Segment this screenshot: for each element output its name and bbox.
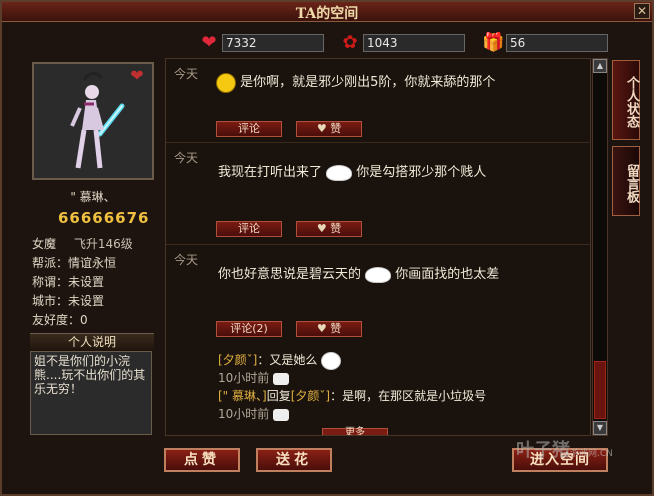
comment-button[interactable]: 评论 [216,121,282,137]
description-section-title: 个人说明 [30,333,154,350]
window-title: TA的空间 [295,6,359,22]
reply-target[interactable]: [夕颜ˇ] [291,389,330,403]
hearts-value: 7332 [222,34,324,52]
watermark-main: 叶子猪 [516,440,570,461]
post-text: 是你啊，就是邪少刚出5阶，你就来舔的那个 [216,71,495,93]
city-info: 城市：未设置 [32,294,105,308]
post-item: 今天 是你啊，就是邪少刚出5阶，你就来舔的那个 评论 ♥ 赞 [166,59,590,143]
send-flower-button[interactable]: 送花 [256,448,332,472]
close-button[interactable]: ✕ [634,3,650,19]
bun-emoji-icon [321,351,342,370]
reply-text: ：又是她么 [257,353,318,367]
gifts-value: 56 [506,34,608,52]
post-message-part: 我现在打听出来了 [218,165,323,180]
tab-personal-status[interactable]: 个人状态 [612,60,640,140]
reply-time-row: 10小时前 [218,405,290,422]
heart-icon: ♥ [316,122,327,135]
smiley-emoji-icon [216,72,236,93]
tab-message-board[interactable]: 留言板 [612,146,640,216]
post-text: 我现在打听出来了 你是勾搭邪少那个贱人 [218,161,486,181]
like-button[interactable]: ♥ 赞 [296,221,362,237]
like-space-button[interactable]: 点赞 [164,448,240,472]
reply-bubble-icon[interactable] [273,408,290,421]
title-info: 称谓：未设置 [32,275,105,289]
heart-icon: ❤ [201,32,217,53]
reply-text: ：是啊，在那区就是小垃圾号 [330,389,487,403]
post-time: 今天 [174,67,199,81]
comment-button[interactable]: 评论 [216,221,282,237]
scroll-up-icon[interactable]: ▲ [593,59,607,73]
message-feed: 今天 是你啊，就是邪少刚出5阶，你就来舔的那个 评论 ♥ 赞 今天 我现在打听出… [165,58,591,436]
reply-bubble-icon[interactable] [273,372,290,385]
reply-time: 10小时前 [218,371,270,385]
like-label: 赞 [330,222,342,235]
scroll-down-icon[interactable]: ▼ [593,421,607,435]
site-watermark: 叶子猪游戏网.CN [516,436,613,462]
like-label: 赞 [330,122,342,135]
like-label: 赞 [330,322,342,335]
comment-button[interactable]: 评论(2) [216,321,282,337]
post-message: 是你啊，就是邪少刚出5阶，你就来舔的那个 [240,75,496,90]
bun-emoji-icon [326,164,353,181]
heart-icon: ♥ [316,222,327,235]
character-name: " 慕琳、 [70,190,116,204]
scroll-thumb[interactable] [594,361,606,419]
post-time: 今天 [174,151,199,165]
post-message-part: 你画面找的也太差 [395,267,500,282]
personal-description: 姐不是你们的小浣熊....玩不出你们的其乐无穷！ [30,351,152,435]
space-window: TA的空间 ✕ ❤ 7332 ✿ 1043 🎁 56 ❤ " 慕琳、 66666… [0,0,654,496]
broken-heart-icon[interactable]: ❤ [128,68,146,84]
rose-icon: ✿ [342,32,358,53]
level-label: 飞升146级 [73,237,133,251]
like-button[interactable]: ♥ 赞 [296,121,362,137]
reply-user[interactable]: [夕颜ˇ] [218,353,257,367]
watermark-sub: 游戏网 [570,449,598,459]
more-button[interactable]: 更多 [322,428,388,435]
post-item: 今天 你也好意思说是碧云天的 你画面找的也太差 评论(2) ♥ 赞 [夕颜ˇ]：… [166,245,590,435]
reply-item: [" 慕琳、]回复[夕颜ˇ]：是啊，在那区就是小垃圾号 [218,387,486,404]
heart-icon: ♥ [316,322,327,335]
reply-time: 10小时前 [218,407,270,421]
watermark-domain: .CN [597,449,613,459]
roses-value: 1043 [363,34,465,52]
character-portrait: ❤ [32,62,154,180]
reply-time-row: 10小时前 [218,369,290,386]
character-id: 66666676 [58,209,150,227]
feed-scrollbar[interactable]: ▲ ▼ [592,58,608,436]
post-text: 你也好意思说是碧云天的 你画面找的也太差 [218,263,499,283]
class-label: 女魔 [32,237,57,251]
guild-info: 帮派：情谊永恒 [32,256,117,270]
reply-verb: 回复 [266,389,291,403]
reply-user[interactable]: [" 慕琳、] [218,389,267,403]
reply-item: [夕颜ˇ]：又是她么 [218,351,342,370]
post-message-part: 你是勾搭邪少那个贱人 [356,165,487,180]
post-item: 今天 我现在打听出来了 你是勾搭邪少那个贱人 评论 ♥ 赞 [166,143,590,245]
class-info: 女魔 飞升146级 [32,235,133,252]
gift-icon: 🎁 [482,32,505,53]
friendliness-info: 友好度：0 [32,313,88,327]
like-button[interactable]: ♥ 赞 [296,321,362,337]
post-message-part: 你也好意思说是碧云天的 [218,267,362,282]
title-bar: TA的空间 ✕ [2,2,652,22]
bun-emoji-icon [365,266,392,283]
post-time: 今天 [174,253,199,267]
